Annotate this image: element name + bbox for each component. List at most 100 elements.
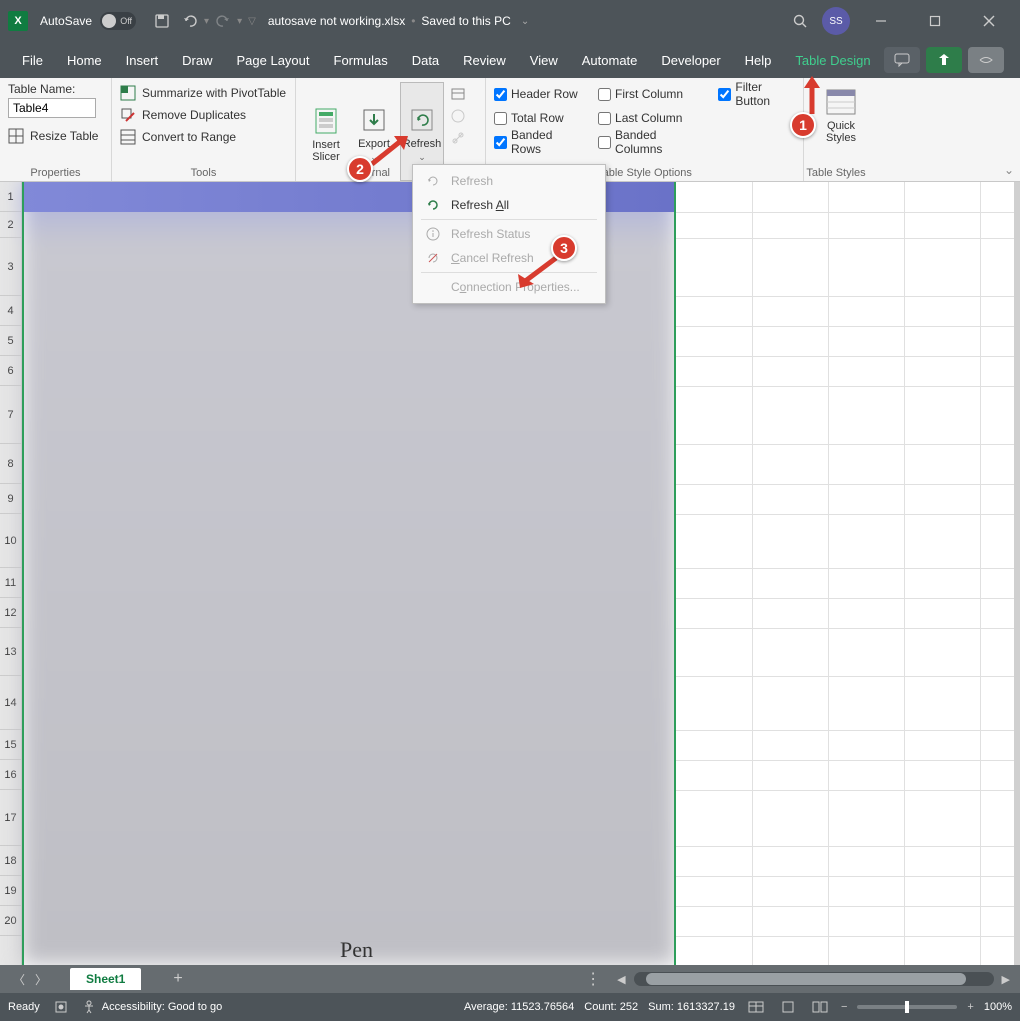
last-column-checkbox[interactable]: Last Column — [598, 108, 700, 128]
open-browser-mini-button[interactable] — [448, 106, 468, 126]
scrollbar-thumb[interactable] — [646, 973, 966, 985]
row-header[interactable]: 7 — [0, 386, 21, 444]
row-header[interactable]: 10 — [0, 514, 21, 568]
status-ready: Ready — [8, 1001, 40, 1013]
prev-sheet-button[interactable]: 〈 — [8, 971, 30, 988]
banded-columns-checkbox[interactable]: Banded Columns — [598, 132, 700, 152]
row-header[interactable]: 12 — [0, 598, 21, 628]
zoom-in-button[interactable]: + — [967, 1001, 973, 1013]
status-bar: Ready Accessibility: Good to go Average:… — [0, 993, 1020, 1021]
tab-page-layout[interactable]: Page Layout — [225, 42, 322, 78]
autosave-control[interactable]: AutoSave Off — [40, 12, 136, 30]
next-sheet-button[interactable]: 〉 — [30, 971, 52, 988]
view-page-layout-button[interactable] — [777, 998, 799, 1016]
tab-view[interactable]: View — [518, 42, 570, 78]
menu-separator — [421, 219, 597, 220]
sheet-tab-active[interactable]: Sheet1 — [70, 968, 141, 990]
document-filename: autosave not working.xlsx — [268, 14, 405, 28]
menu-refresh-status[interactable]: Refresh Status — [413, 222, 605, 246]
zoom-slider[interactable] — [857, 1005, 957, 1009]
comments-button[interactable] — [884, 47, 920, 73]
tab-table-design[interactable]: Table Design — [783, 42, 882, 78]
row-header[interactable]: 11 — [0, 568, 21, 598]
filter-button-checkbox[interactable]: Filter Button — [718, 84, 795, 104]
row-header[interactable]: 1 — [0, 182, 21, 212]
refresh-icon — [425, 173, 441, 189]
search-button[interactable] — [786, 7, 814, 35]
row-header[interactable]: 5 — [0, 326, 21, 356]
menu-connection-properties[interactable]: Connection Properties... — [413, 275, 605, 299]
total-row-checkbox[interactable]: Total Row — [494, 108, 580, 128]
summarize-pivot-button[interactable]: Summarize with PivotTable — [120, 82, 287, 104]
horizontal-scrollbar[interactable] — [634, 972, 994, 986]
close-button[interactable] — [966, 5, 1012, 37]
row-header[interactable]: 4 — [0, 296, 21, 326]
row-header[interactable]: 20 — [0, 906, 21, 936]
undo-button[interactable] — [176, 7, 204, 35]
row-header[interactable]: 6 — [0, 356, 21, 386]
chevron-down-icon[interactable]: ⌄ — [521, 16, 529, 27]
row-header[interactable]: 3 — [0, 238, 21, 296]
scroll-left-button[interactable]: ◀ — [613, 973, 629, 986]
zoom-out-button[interactable]: − — [841, 1001, 847, 1013]
pivot-label: Summarize with PivotTable — [142, 86, 286, 100]
ribbon-tab-strip: File Home Insert Draw Page Layout Formul… — [0, 42, 1020, 78]
tab-data[interactable]: Data — [400, 42, 451, 78]
tab-developer[interactable]: Developer — [649, 42, 732, 78]
user-avatar[interactable]: SS — [822, 7, 850, 35]
row-header[interactable]: 2 — [0, 212, 21, 238]
unlink-mini-button[interactable] — [448, 128, 468, 148]
tab-home[interactable]: Home — [55, 42, 114, 78]
row-header[interactable]: 15 — [0, 730, 21, 760]
banded-rows-checkbox[interactable]: Banded Rows — [494, 132, 580, 152]
row-header[interactable]: 18 — [0, 846, 21, 876]
table-name-input[interactable] — [8, 98, 96, 118]
row-header[interactable]: 8 — [0, 444, 21, 484]
accessibility-status[interactable]: Accessibility: Good to go — [82, 1000, 222, 1014]
tab-automate[interactable]: Automate — [570, 42, 650, 78]
properties-mini-button[interactable] — [448, 84, 468, 104]
autosave-state: Off — [120, 16, 132, 26]
first-column-checkbox[interactable]: First Column — [598, 84, 700, 104]
redo-button[interactable] — [209, 7, 237, 35]
tab-draw[interactable]: Draw — [170, 42, 224, 78]
refresh-dropdown-menu: Refresh Refresh All Refresh Status Cance… — [412, 164, 606, 304]
macro-record-icon[interactable] — [54, 1000, 68, 1014]
maximize-button[interactable] — [912, 5, 958, 37]
mode-switch-button[interactable] — [968, 47, 1004, 73]
menu-refresh-all[interactable]: Refresh All — [413, 193, 605, 217]
scroll-right-button[interactable]: ▶ — [998, 973, 1014, 986]
tab-help[interactable]: Help — [733, 42, 784, 78]
row-header[interactable]: 13 — [0, 628, 21, 676]
remove-duplicates-button[interactable]: Remove Duplicates — [120, 104, 287, 126]
autosave-toggle[interactable]: Off — [100, 12, 136, 30]
header-row-checkbox[interactable]: Header Row — [494, 84, 580, 104]
row-header[interactable]: 16 — [0, 760, 21, 790]
menu-refresh[interactable]: Refresh — [413, 169, 605, 193]
convert-range-button[interactable]: Convert to Range — [120, 126, 287, 148]
row-header[interactable]: 14 — [0, 676, 21, 730]
row-header[interactable]: 19 — [0, 876, 21, 906]
view-page-break-button[interactable] — [809, 998, 831, 1016]
view-normal-button[interactable] — [745, 998, 767, 1016]
resize-table-button[interactable]: Resize Table — [8, 128, 103, 144]
tab-review[interactable]: Review — [451, 42, 518, 78]
row-header[interactable]: 17 — [0, 790, 21, 846]
tab-formulas[interactable]: Formulas — [322, 42, 400, 78]
vertical-scrollbar[interactable] — [1014, 182, 1020, 965]
tab-file[interactable]: File — [10, 42, 55, 78]
add-sheet-button[interactable]: + — [173, 970, 182, 988]
zoom-level[interactable]: 100% — [984, 1001, 1012, 1013]
row-header[interactable]: 9 — [0, 484, 21, 514]
tab-insert[interactable]: Insert — [114, 42, 171, 78]
excel-app-icon: X — [8, 11, 28, 31]
share-button[interactable] — [926, 47, 962, 73]
zoom-slider-thumb[interactable] — [905, 1001, 909, 1013]
info-icon — [425, 226, 441, 242]
collapse-ribbon-button[interactable]: ⌄ — [1004, 163, 1014, 177]
save-button[interactable] — [148, 7, 176, 35]
minimize-button[interactable] — [858, 5, 904, 37]
unlink-mini-icon — [450, 130, 466, 146]
tab-options-icon[interactable]: ⋮ — [585, 969, 601, 989]
resize-table-label: Resize Table — [30, 129, 98, 143]
